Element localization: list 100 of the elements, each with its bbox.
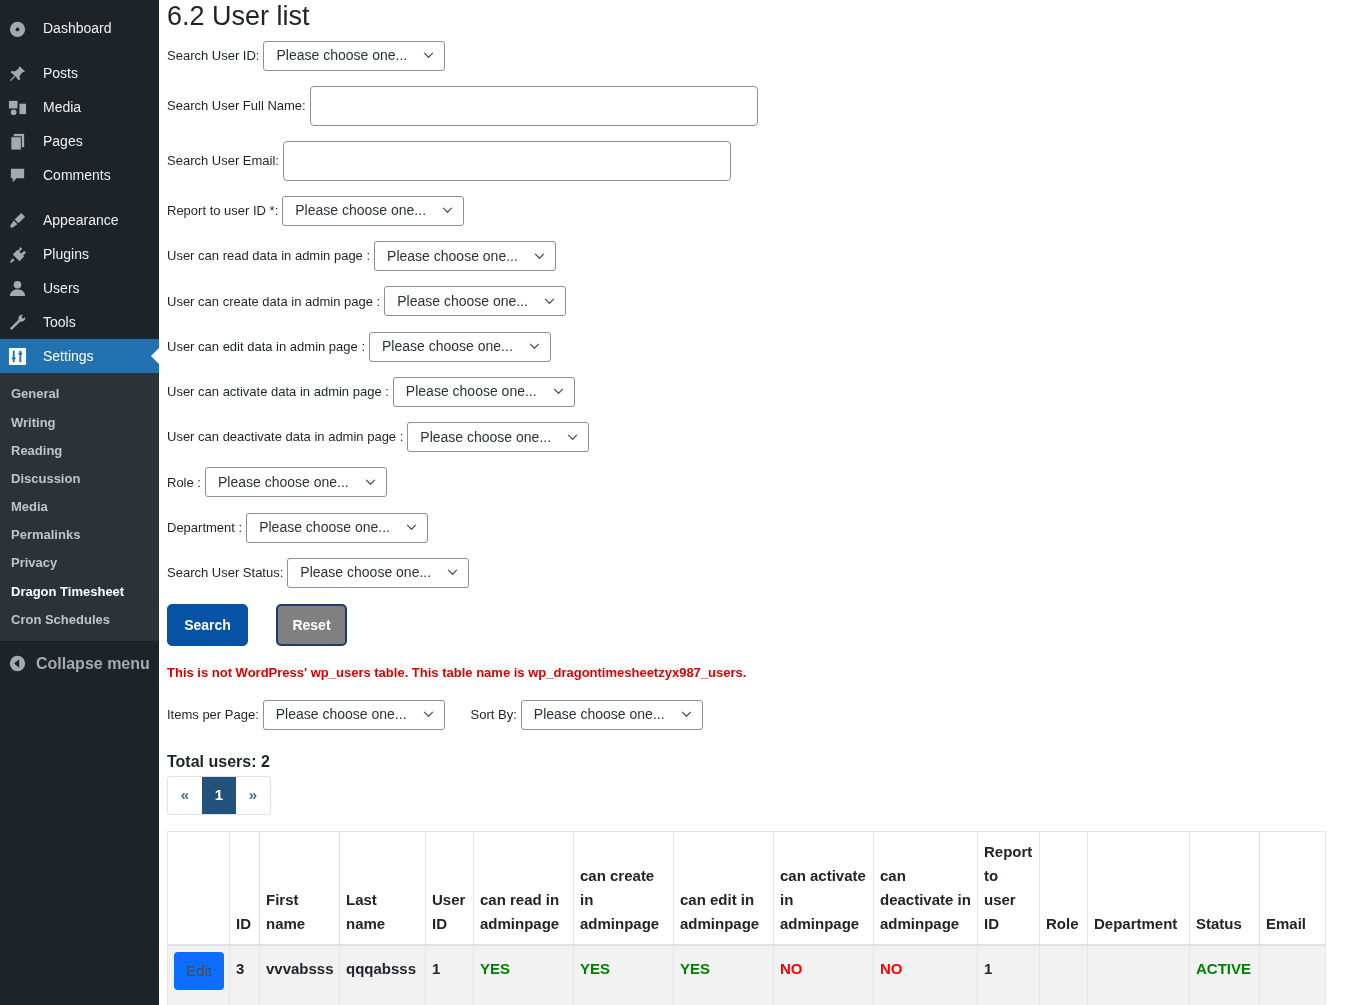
submenu-item[interactable]: Dragon Timesheet <box>0 577 159 606</box>
page-title: 6.2 User list <box>167 0 311 33</box>
collapse-menu-button[interactable]: Collapse menu <box>0 644 159 683</box>
field-label: Report to user ID *: <box>167 202 279 221</box>
table-cell: qqqabsss <box>346 959 417 977</box>
total-count: Total users: 2 <box>167 751 271 772</box>
column-header: First name <box>266 890 306 932</box>
dropdown-field[interactable]: Please choose one... <box>246 512 428 543</box>
dropdown-field[interactable]: Please choose one... <box>392 376 575 407</box>
dropdown-field[interactable]: Please choose one... <box>520 699 703 730</box>
table-cell: YES <box>580 959 610 977</box>
field-label: Search User ID: <box>167 46 260 65</box>
menu-item[interactable]: Posts <box>0 56 159 90</box>
menu-item[interactable]: Dashboard <box>0 11 159 45</box>
field-label: Role : <box>167 473 201 492</box>
menu-item[interactable]: Media <box>0 90 159 124</box>
menu-item[interactable]: Tools <box>0 305 159 339</box>
column-header: can create in adminpage <box>580 866 660 932</box>
submenu-item[interactable]: Permalinks <box>0 520 159 550</box>
brush-icon <box>8 210 27 230</box>
menu-item[interactable]: Pages <box>0 124 159 158</box>
column-header: Last name <box>346 890 386 932</box>
dropdown-field[interactable]: Please choose one... <box>204 467 387 498</box>
menu-item[interactable]: Appearance <box>0 203 159 237</box>
table-cell: 3 <box>236 959 245 977</box>
table-cell: NO <box>780 959 803 977</box>
field-label: Sort By: <box>470 706 517 725</box>
field-label: Search User Full Name: <box>167 97 306 115</box>
dropdown-field[interactable]: Please choose one... <box>369 331 551 362</box>
column-header: ID <box>236 914 251 932</box>
dropdown-field[interactable]: Please choose one... <box>282 195 465 226</box>
submenu-item[interactable]: General <box>0 380 159 409</box>
field-label: Items per Page: <box>167 706 259 725</box>
submenu-item[interactable]: Reading <box>0 436 159 465</box>
menu-item[interactable]: Comments <box>0 158 159 192</box>
chevron-down-icon <box>567 433 579 441</box>
submenu-item[interactable]: Media <box>0 492 159 521</box>
menu-item[interactable]: Users <box>0 271 159 305</box>
menu-item[interactable]: Plugins <box>0 237 159 271</box>
column-header: Report to user ID <box>984 842 1033 932</box>
dropdown-field[interactable]: Please choose one... <box>287 557 470 588</box>
plug-icon <box>8 244 27 264</box>
field-label: User can deactivate data in admin page : <box>167 428 404 447</box>
chevron-down-icon <box>528 343 540 351</box>
menu-item[interactable]: Settings <box>0 339 159 373</box>
column-header: Department <box>1094 914 1178 932</box>
pagination-link[interactable]: 1 <box>202 776 236 814</box>
submenu-item[interactable]: Discussion <box>0 464 159 493</box>
field-label: Search User Email: <box>167 152 279 171</box>
chevron-down-icon <box>423 52 435 60</box>
table-cell: YES <box>680 959 710 977</box>
chevron-down-icon <box>552 388 564 396</box>
pin-icon <box>8 63 27 83</box>
pagination-link[interactable]: « <box>168 776 202 814</box>
chevron-down-icon <box>533 252 545 260</box>
submenu-item[interactable]: Cron Schedules <box>0 605 159 634</box>
pages-icon <box>8 131 27 151</box>
reset-button[interactable]: Reset <box>276 604 347 647</box>
dropdown-field[interactable]: Please choose one... <box>262 699 445 730</box>
text-input-field[interactable] <box>309 85 758 126</box>
table-notice: This is not WordPress' wp_users table. This table name is wp_dragontimesheetzyx987_users. <box>167 664 748 683</box>
table-cell: YES <box>480 959 510 977</box>
column-header: Status <box>1196 914 1242 932</box>
field-label: Search User Status: <box>167 564 284 583</box>
column-header: User ID <box>432 890 466 932</box>
table-cell: 1 <box>432 959 441 977</box>
menu-pointer <box>151 348 159 364</box>
dropdown-field[interactable]: Please choose one... <box>384 286 566 317</box>
text-input-field[interactable] <box>283 140 731 181</box>
table-cell: vvvabsss <box>266 959 334 977</box>
column-header: can read in adminpage <box>480 890 560 932</box>
dropdown-field[interactable]: Please choose one... <box>374 241 556 272</box>
chevron-down-icon <box>364 478 376 486</box>
column-header: can deactivate in adminpage <box>880 866 971 932</box>
chevron-down-icon <box>405 524 417 532</box>
field-label: Department : <box>167 518 243 537</box>
column-header: can edit in adminpage <box>680 890 760 932</box>
field-label: User can create data in admin page : <box>167 292 381 311</box>
wrench-icon <box>8 312 27 332</box>
field-label: User can read data in admin page : <box>167 247 371 266</box>
column-header: Role <box>1046 914 1079 932</box>
table-cell: ACTIVE <box>1196 959 1251 977</box>
dropdown-field[interactable]: Please choose one... <box>407 422 590 453</box>
column-header: Email <box>1266 914 1307 932</box>
dropdown-field[interactable]: Please choose one... <box>263 40 446 71</box>
table-cell: 1 <box>984 959 993 977</box>
chevron-down-icon <box>543 297 555 305</box>
pagination-link[interactable]: » <box>236 776 270 814</box>
settings-icon <box>8 346 27 366</box>
submenu-item[interactable]: Privacy <box>0 549 159 578</box>
chevron-down-icon <box>447 569 459 577</box>
field-label: User can activate data in admin page : <box>167 383 389 402</box>
column-header: can activate in adminpage <box>780 866 866 932</box>
table-cell: NO <box>880 959 903 977</box>
user-icon <box>8 278 27 298</box>
search-button[interactable]: Search <box>167 604 248 647</box>
submenu-item[interactable]: Writing <box>0 408 159 437</box>
collapse-icon <box>9 655 26 673</box>
field-label: User can edit data in admin page : <box>167 337 365 356</box>
chevron-down-icon <box>422 711 434 719</box>
